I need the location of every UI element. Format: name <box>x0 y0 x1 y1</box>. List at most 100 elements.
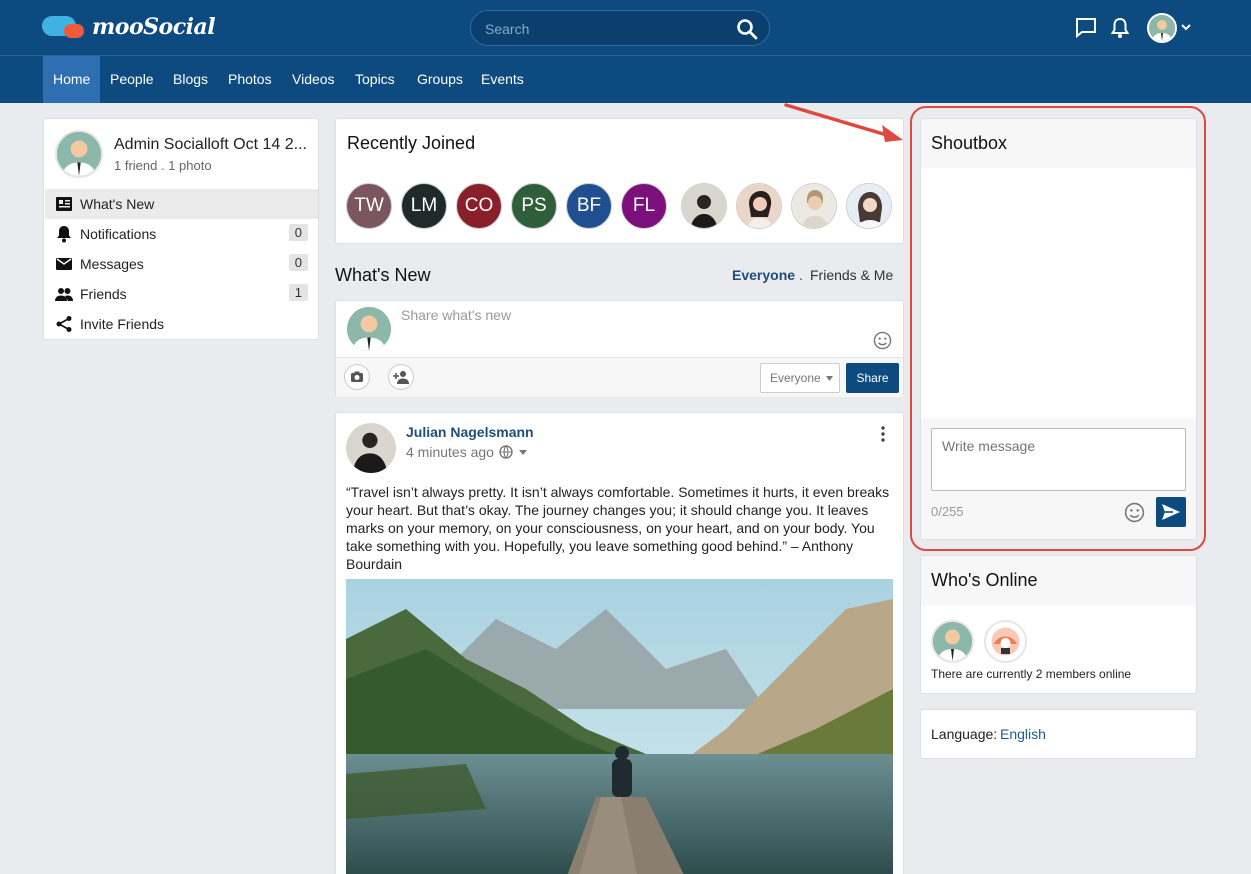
account-avatar[interactable] <box>1147 13 1177 43</box>
member-avatar[interactable] <box>791 183 837 229</box>
filter-everyone[interactable]: Everyone <box>732 267 795 283</box>
sidebar-item-whats-new[interactable]: What's New <box>45 189 318 219</box>
member-avatar[interactable] <box>736 183 782 229</box>
chevron-down-icon[interactable] <box>518 449 527 455</box>
shoutbox-send-button[interactable] <box>1156 497 1186 527</box>
shoutbox-char-counter: 0/255 <box>931 504 964 519</box>
emoji-icon[interactable] <box>1124 502 1145 523</box>
member-photo-icon <box>346 423 396 473</box>
profile-avatar[interactable] <box>55 130 103 178</box>
sidebar-item-label: Notifications <box>80 226 157 242</box>
main-nav: Home People Blogs Photos Videos Topics G… <box>0 56 1251 103</box>
nav-people[interactable]: People <box>100 56 164 103</box>
shoutbox-header: Shoutbox <box>921 119 1196 168</box>
logo-bubbles-icon <box>42 12 88 42</box>
notification-count: 0 <box>288 224 308 241</box>
annotation-arrow-icon <box>784 103 903 142</box>
user-avatar-icon <box>933 622 972 661</box>
more-options-icon[interactable] <box>879 426 887 442</box>
post-author-avatar[interactable] <box>346 423 396 473</box>
member-avatar[interactable]: BF <box>566 183 612 229</box>
composer-input[interactable]: Share what's new <box>401 307 511 323</box>
logo-text: mooSocial <box>92 14 216 40</box>
top-bar: mooSocial <box>0 0 1251 56</box>
member-avatar[interactable] <box>681 183 727 229</box>
user-avatar-icon <box>347 307 391 351</box>
post-photo[interactable] <box>346 579 893 874</box>
whos-online-header: Who's Online <box>921 556 1196 605</box>
filter-friends-me[interactable]: Friends & Me <box>810 267 893 283</box>
shoutbox-title: Shoutbox <box>931 133 1008 153</box>
sidebar-item-label: Friends <box>80 286 127 302</box>
add-user-icon <box>393 371 409 384</box>
online-member-avatar[interactable] <box>931 620 974 663</box>
emoji-icon[interactable] <box>873 331 892 350</box>
privacy-select[interactable]: Everyone <box>760 363 840 393</box>
recently-joined-title: Recently Joined <box>347 133 476 153</box>
globe-icon <box>499 445 513 459</box>
member-avatar[interactable]: LM <box>401 183 447 229</box>
post-text: “Travel isn’t always pretty. It isn’t al… <box>346 484 890 572</box>
user-avatar-icon <box>1149 15 1175 41</box>
nav-events[interactable]: Events <box>471 56 534 103</box>
news-icon <box>56 197 72 211</box>
member-photo-icon <box>986 622 1025 661</box>
language-link[interactable]: English <box>1000 726 1046 742</box>
shoutbox-message-input[interactable] <box>931 428 1186 491</box>
online-count-text: There are currently 2 members online <box>931 667 1132 681</box>
message-count: 0 <box>288 254 308 271</box>
nav-topics[interactable]: Topics <box>345 56 405 103</box>
composer-card: Share what's new Everyone Share <box>335 300 904 397</box>
post-time[interactable]: 4 minutes ago <box>406 444 494 460</box>
member-photo-icon <box>737 184 781 228</box>
member-avatar[interactable]: TW <box>346 183 392 229</box>
site-logo[interactable]: mooSocial <box>42 12 216 42</box>
nav-blogs[interactable]: Blogs <box>163 56 218 103</box>
send-icon <box>1162 504 1180 520</box>
privacy-select-value: Everyone <box>770 371 821 385</box>
sidebar-item-messages[interactable]: Messages 0 <box>45 249 318 279</box>
sidebar-item-label: What's New <box>80 196 155 212</box>
nav-photos[interactable]: Photos <box>218 56 282 103</box>
post-meta: 4 minutes ago <box>406 444 527 460</box>
photo-upload-button[interactable] <box>344 364 370 390</box>
user-avatar-icon <box>57 132 101 176</box>
nav-videos[interactable]: Videos <box>282 56 345 103</box>
share-button[interactable]: Share <box>846 363 899 393</box>
sidebar-item-label: Invite Friends <box>80 316 165 332</box>
member-photo-icon <box>847 184 891 228</box>
search-box <box>470 10 770 46</box>
member-avatar[interactable]: PS <box>511 183 557 229</box>
search-icon[interactable] <box>735 17 759 41</box>
nav-home[interactable]: Home <box>43 56 100 103</box>
bell-icon <box>57 226 71 243</box>
search-input[interactable] <box>485 19 725 39</box>
online-member-avatar[interactable] <box>984 620 1027 663</box>
camera-icon <box>351 371 363 382</box>
sidebar-item-label: Messages <box>80 256 144 272</box>
sidebar-item-notifications[interactable]: Notifications 0 <box>45 219 318 249</box>
member-avatar[interactable]: FL <box>621 183 667 229</box>
sidebar-item-friends[interactable]: Friends 1 <box>45 279 318 309</box>
profile-name[interactable]: Admin Socialloft Oct 14 2... <box>114 136 310 154</box>
filter-separator: . <box>799 267 803 283</box>
chevron-down-icon[interactable] <box>1181 24 1191 32</box>
envelope-icon <box>56 258 72 270</box>
tag-friends-button[interactable] <box>388 364 414 390</box>
shoutbox-card: Shoutbox 0/255 <box>920 118 1197 540</box>
member-photo-icon <box>792 184 836 228</box>
composer-avatar <box>347 307 391 351</box>
whos-online-card: Who's Online There are currently 2 membe… <box>920 555 1197 694</box>
language-label: Language: <box>931 726 998 742</box>
member-avatar[interactable] <box>846 183 892 229</box>
sidebar-item-invite-friends[interactable]: Invite Friends <box>45 309 318 339</box>
nav-groups[interactable]: Groups <box>407 56 473 103</box>
member-avatar[interactable]: CO <box>456 183 502 229</box>
composer-toolbar: Everyone Share <box>336 357 903 397</box>
shoutbox-footer: 0/255 <box>921 418 1196 539</box>
chat-icon[interactable] <box>1074 16 1098 40</box>
chevron-down-icon <box>826 376 833 381</box>
bell-icon[interactable] <box>1110 17 1130 39</box>
post-author-name[interactable]: Julian Nagelsmann <box>406 424 534 440</box>
friend-count: 1 <box>288 284 308 301</box>
